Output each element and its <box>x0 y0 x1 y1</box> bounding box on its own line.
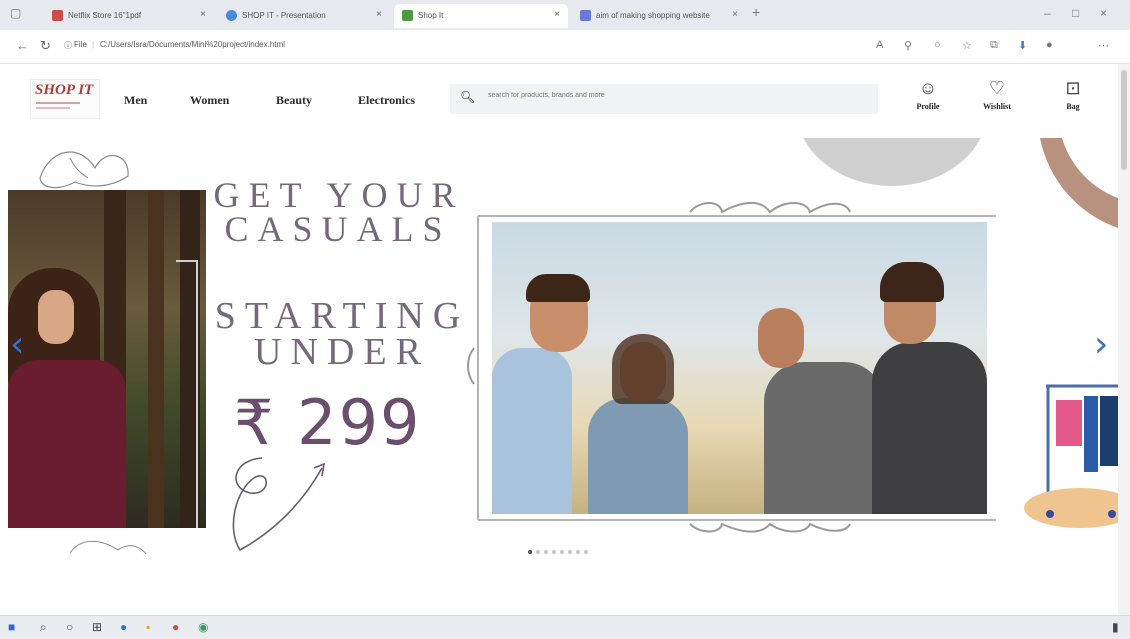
nav-women[interactable]: Women <box>190 93 229 108</box>
bag-label: Bag <box>1066 102 1080 111</box>
wishlist-button[interactable]: ♡ Wishlist <box>972 78 1022 111</box>
tab-shop-it[interactable]: Shop It × <box>394 4 568 28</box>
close-icon[interactable]: × <box>732 9 738 20</box>
close-icon[interactable]: × <box>376 9 382 20</box>
tab-title: aim of making shopping website <box>596 11 710 20</box>
carousel-next-button[interactable]: › <box>1094 324 1108 365</box>
url-prefix: File <box>74 40 87 49</box>
carousel-dot[interactable] <box>528 550 532 554</box>
carousel-prev-button[interactable]: ‹ <box>10 324 24 365</box>
hero-right-photo <box>492 222 987 514</box>
scrollbar-thumb[interactable] <box>1121 70 1127 170</box>
carousel-dot[interactable] <box>544 550 548 554</box>
close-window-icon[interactable]: × <box>1100 6 1107 20</box>
hero-line-3: STARTING <box>214 295 470 337</box>
carousel-dot[interactable] <box>584 550 588 554</box>
tab-title: Netflix Store 16"1pdf <box>68 11 142 20</box>
info-icon[interactable]: ⓘ <box>64 40 72 51</box>
close-icon[interactable]: × <box>554 9 560 20</box>
tab-netflix[interactable]: Netflix Store 16"1pdf × <box>44 4 214 28</box>
logo[interactable]: SHOP IT <box>30 79 100 119</box>
address-bar: ← ↻ ⓘ File | C:/Users/Isra/Documents/Min… <box>0 30 1130 64</box>
bag-button[interactable]: ⊡ Bag <box>1048 78 1098 111</box>
carousel-indicators <box>528 541 592 559</box>
taskbar: ■ ⌕ ○ ⊞ ● ▪ ● ◉ ▮ <box>0 615 1130 639</box>
window-menu-icon[interactable]: ▢ <box>10 6 21 20</box>
explorer-icon[interactable]: ▪ <box>146 620 150 634</box>
profile-label: Profile <box>916 102 940 111</box>
bag-icon: ⊡ <box>1065 78 1081 98</box>
search-favicon-icon <box>580 10 591 21</box>
hero-banner: GET YOUR CASUALS STARTING UNDER ₹ 299 ‹ … <box>0 138 1118 615</box>
url-divider: | <box>92 40 95 49</box>
task-view-icon[interactable]: ○ <box>66 620 73 634</box>
profile-button[interactable]: ☺ Profile <box>903 78 953 111</box>
close-icon[interactable]: × <box>200 9 206 20</box>
carousel-dot[interactable] <box>560 550 564 554</box>
search-icon[interactable]: 🔍︎ <box>460 90 475 104</box>
tab-search[interactable]: aim of making shopping website × <box>572 4 746 28</box>
new-tab-button[interactable]: + <box>752 4 760 20</box>
search-bar[interactable]: 🔍︎ <box>450 84 878 114</box>
browser-tab-bar: ▢ Netflix Store 16"1pdf × SHOP IT - Pres… <box>0 0 1130 30</box>
logo-text: SHOP IT <box>35 82 94 98</box>
carousel-dot[interactable] <box>536 550 540 554</box>
tab-title: SHOP IT - Presentation <box>242 11 326 20</box>
edge-icon[interactable]: ● <box>120 620 127 634</box>
more-icon[interactable]: ⋯ <box>1098 39 1109 52</box>
pdf-favicon-icon <box>52 10 63 21</box>
back-icon[interactable]: ← <box>16 38 29 53</box>
tab-title: Shop It <box>418 11 444 20</box>
nav-beauty[interactable]: Beauty <box>276 93 312 108</box>
url-text[interactable]: C:/Users/Isra/Documents/Mini%20project/i… <box>100 40 285 49</box>
shop-favicon-icon <box>402 10 413 21</box>
circle-icon[interactable]: ○ <box>934 39 941 51</box>
site-header: SHOP IT Men Women Beauty Electronics 🔍︎ … <box>0 64 1118 138</box>
favorites-icon[interactable]: ☆ <box>962 39 972 52</box>
search-input[interactable] <box>488 92 858 99</box>
hero-line-4: UNDER <box>254 331 430 373</box>
start-icon[interactable]: ■ <box>8 620 15 634</box>
chrome-icon[interactable]: ◉ <box>198 620 208 634</box>
hero-price: ₹ 299 <box>234 386 422 459</box>
minimize-icon[interactable]: – <box>1044 6 1051 20</box>
carousel-dot[interactable] <box>552 550 556 554</box>
globe-favicon-icon <box>226 10 237 21</box>
maximize-icon[interactable]: □ <box>1072 6 1079 20</box>
collections-icon[interactable]: ⧉ <box>990 39 998 52</box>
nav-electronics[interactable]: Electronics <box>358 93 415 108</box>
nav-men[interactable]: Men <box>124 93 147 108</box>
hero-line-2: CASUALS <box>224 209 452 249</box>
app-icon[interactable]: ● <box>172 620 179 634</box>
refresh-icon[interactable]: ↻ <box>40 38 51 54</box>
wishlist-icon: ♡ <box>988 78 1006 98</box>
carousel-dot[interactable] <box>568 550 572 554</box>
download-icon[interactable]: ⬇ <box>1018 39 1027 52</box>
search-icon[interactable]: ⌕ <box>40 620 47 635</box>
carousel-dot[interactable] <box>576 550 580 554</box>
tab-presentation[interactable]: SHOP IT - Presentation × <box>218 4 390 28</box>
hero-left-photo <box>8 190 206 528</box>
page-scrollbar[interactable] <box>1118 64 1130 615</box>
read-aloud-icon[interactable]: A <box>876 39 883 51</box>
notification-icon[interactable]: ▮ <box>1112 620 1119 634</box>
account-icon[interactable]: ● <box>1046 39 1053 51</box>
hero-line-1: GET YOUR <box>213 175 465 215</box>
wishlist-label: Wishlist <box>983 102 1011 111</box>
widgets-icon[interactable]: ⊞ <box>92 620 102 634</box>
profile-icon: ☺ <box>918 78 938 98</box>
extensions-icon[interactable]: ⚲ <box>904 39 912 52</box>
